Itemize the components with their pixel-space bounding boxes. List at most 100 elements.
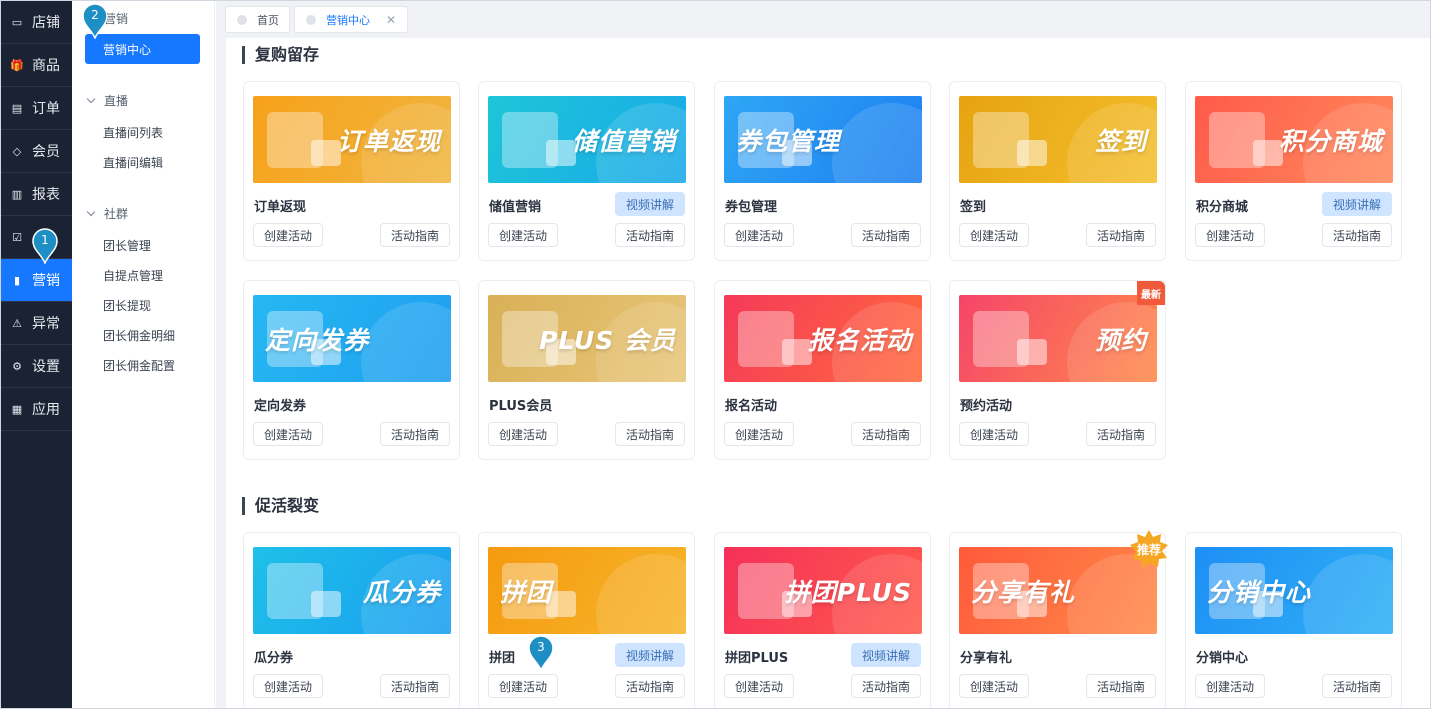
activity-guide-button[interactable]: 活动指南 bbox=[380, 422, 450, 446]
nav-item-label: 营销 bbox=[32, 273, 60, 289]
nav-item-label: 设置 bbox=[32, 359, 60, 375]
marketing-card[interactable]: 瓜分券 瓜分券 创建活动 活动指南 bbox=[243, 532, 460, 708]
card-banner[interactable]: PLUS 会员 bbox=[488, 295, 686, 382]
marketing-card[interactable]: 积分商城 积分商城 视频讲解 创建活动 活动指南 bbox=[1185, 81, 1402, 261]
nav-item-3[interactable]: ◇ 会员 bbox=[1, 130, 72, 173]
marketing-icon: ▮ bbox=[13, 273, 21, 287]
card-banner[interactable]: 拼团PLUS bbox=[724, 547, 922, 634]
activity-guide-button[interactable]: 活动指南 bbox=[851, 674, 921, 698]
group-live-label: 直播 bbox=[104, 94, 129, 108]
create-activity-button[interactable]: 创建活动 bbox=[488, 223, 558, 247]
activity-guide-button[interactable]: 活动指南 bbox=[615, 674, 685, 698]
create-activity-button[interactable]: 创建活动 bbox=[959, 422, 1029, 446]
sub-nav-item[interactable]: 直播间列表 bbox=[103, 124, 163, 141]
create-activity-button[interactable]: 创建活动 bbox=[959, 674, 1029, 698]
gear-icon: ⚙ bbox=[12, 359, 22, 373]
marketing-card[interactable]: 订单返现 订单返现 创建活动 活动指南 bbox=[243, 81, 460, 261]
sub-nav: 营销 营销中心 直播 直播间列表 直播间编辑 社群 团长管理 自提点管理 团长提… bbox=[72, 1, 215, 708]
marketing-card[interactable]: 签到 签到 创建活动 活动指南 bbox=[949, 81, 1166, 261]
marketing-card[interactable]: 报名活动 报名活动 创建活动 活动指南 bbox=[714, 280, 931, 460]
main-area: 首页 营销中心 ✕ 复购留存 促活裂变 订单返现 订单返现 创建活动 活动指南 储值营销… bbox=[216, 1, 1430, 708]
tab-marketing-center[interactable]: 营销中心 ✕ bbox=[294, 6, 408, 33]
create-activity-button[interactable]: 创建活动 bbox=[253, 674, 323, 698]
card-banner[interactable]: 预约 bbox=[959, 295, 1157, 382]
marketing-card[interactable]: 预约 预约活动 创建活动 活动指南 最新 bbox=[949, 280, 1166, 460]
card-banner[interactable]: 定向发券 bbox=[253, 295, 451, 382]
nav-item-4[interactable]: ▥ 报表 bbox=[1, 173, 72, 216]
create-activity-button[interactable]: 创建活动 bbox=[1195, 223, 1265, 247]
nav-item-label: 商品 bbox=[32, 58, 60, 74]
close-icon[interactable]: ✕ bbox=[386, 13, 396, 27]
tab-dot-icon bbox=[306, 14, 316, 25]
group-live[interactable]: 直播 bbox=[86, 92, 129, 109]
card-banner[interactable]: 订单返现 bbox=[253, 96, 451, 183]
card-banner[interactable]: 积分商城 bbox=[1195, 96, 1393, 183]
sub-nav-item[interactable]: 团长提现 bbox=[103, 297, 151, 314]
marketing-card[interactable]: 拼团PLUS 拼团PLUS 视频讲解 创建活动 活动指南 bbox=[714, 532, 931, 708]
banner-decoration bbox=[832, 103, 922, 183]
step-marker-label: 2 bbox=[91, 8, 99, 22]
create-activity-button[interactable]: 创建活动 bbox=[253, 422, 323, 446]
card-banner[interactable]: 报名活动 bbox=[724, 295, 922, 382]
section-title: 复购留存 bbox=[242, 46, 319, 64]
card-banner[interactable]: 拼团 bbox=[488, 547, 686, 634]
marketing-card[interactable]: 分享有礼 分享有礼 创建活动 活动指南 推荐 bbox=[949, 530, 1168, 708]
tab-home[interactable]: 首页 bbox=[225, 6, 290, 33]
marketing-card[interactable]: PLUS 会员 PLUS会员 创建活动 活动指南 bbox=[478, 280, 695, 460]
card-banner[interactable]: 分销中心 bbox=[1195, 547, 1393, 634]
video-explain-button[interactable]: 视频讲解 bbox=[615, 192, 685, 216]
create-activity-button[interactable]: 创建活动 bbox=[488, 674, 558, 698]
nav-item-8[interactable]: ⚙ 设置 bbox=[1, 345, 72, 388]
marketing-card[interactable]: 储值营销 储值营销 视频讲解 创建活动 活动指南 bbox=[478, 81, 695, 261]
marketing-card[interactable]: 分销中心 分销中心 创建活动 活动指南 bbox=[1185, 532, 1402, 708]
nav-item-9[interactable]: ▦ 应用 bbox=[1, 388, 72, 431]
card-banner[interactable]: 签到 bbox=[959, 96, 1157, 183]
nav-item-6[interactable]: ▮ 营销 bbox=[1, 259, 72, 302]
activity-guide-button[interactable]: 活动指南 bbox=[1322, 223, 1392, 247]
card-banner[interactable]: 分享有礼 bbox=[959, 547, 1157, 634]
banner-title: 分享有礼 bbox=[971, 577, 1076, 607]
marketing-card[interactable]: 拼团 拼团 视频讲解 创建活动 活动指南 bbox=[478, 532, 695, 708]
activity-guide-button[interactable]: 活动指南 bbox=[380, 223, 450, 247]
sub-nav-item[interactable]: 直播间编辑 bbox=[103, 154, 163, 171]
nav-item-0[interactable]: ▭ 店铺 bbox=[1, 1, 72, 44]
activity-guide-button[interactable]: 活动指南 bbox=[851, 422, 921, 446]
marketing-card[interactable]: 券包管理 券包管理 创建活动 活动指南 bbox=[714, 81, 931, 261]
sub-nav-item[interactable]: 团长佣金配置 bbox=[103, 357, 175, 374]
create-activity-button[interactable]: 创建活动 bbox=[253, 223, 323, 247]
create-activity-button[interactable]: 创建活动 bbox=[724, 674, 794, 698]
card-banner[interactable]: 瓜分券 bbox=[253, 547, 451, 634]
nav-item-7[interactable]: ⚠ 异常 bbox=[1, 302, 72, 345]
diamond-icon: ◇ bbox=[12, 144, 22, 158]
create-activity-button[interactable]: 创建活动 bbox=[959, 223, 1029, 247]
activity-guide-button[interactable]: 活动指南 bbox=[380, 674, 450, 698]
group-community[interactable]: 社群 bbox=[86, 205, 128, 222]
create-activity-button[interactable]: 创建活动 bbox=[724, 223, 794, 247]
activity-guide-button[interactable]: 活动指南 bbox=[615, 223, 685, 247]
tab-home-label: 首页 bbox=[257, 13, 279, 27]
sub-nav-item[interactable]: 团长佣金明细 bbox=[103, 327, 175, 344]
video-explain-button[interactable]: 视频讲解 bbox=[615, 643, 685, 667]
activity-guide-button[interactable]: 活动指南 bbox=[615, 422, 685, 446]
banner-decoration bbox=[596, 554, 686, 634]
activity-guide-button[interactable]: 活动指南 bbox=[1086, 422, 1156, 446]
create-activity-button[interactable]: 创建活动 bbox=[1195, 674, 1265, 698]
card-banner[interactable]: 券包管理 bbox=[724, 96, 922, 183]
activity-guide-button[interactable]: 活动指南 bbox=[1322, 674, 1392, 698]
banner-decoration bbox=[361, 302, 451, 382]
create-activity-button[interactable]: 创建活动 bbox=[488, 422, 558, 446]
sub-nav-item[interactable]: 自提点管理 bbox=[103, 267, 163, 284]
activity-guide-button[interactable]: 活动指南 bbox=[1086, 674, 1156, 698]
card-banner[interactable]: 储值营销 bbox=[488, 96, 686, 183]
nav-item-1[interactable]: 🎁 商品 bbox=[1, 44, 72, 87]
marketing-card[interactable]: 定向发券 定向发券 创建活动 活动指南 bbox=[243, 280, 460, 460]
chevron-down-icon bbox=[86, 207, 96, 217]
video-explain-button[interactable]: 视频讲解 bbox=[1322, 192, 1392, 216]
activity-guide-button[interactable]: 活动指南 bbox=[1086, 223, 1156, 247]
sub-nav-item[interactable]: 团长管理 bbox=[103, 237, 151, 254]
nav-item-2[interactable]: ▤ 订单 bbox=[1, 87, 72, 130]
create-activity-button[interactable]: 创建活动 bbox=[724, 422, 794, 446]
activity-guide-button[interactable]: 活动指南 bbox=[851, 223, 921, 247]
banner-title: PLUS 会员 bbox=[539, 325, 676, 355]
video-explain-button[interactable]: 视频讲解 bbox=[851, 643, 921, 667]
